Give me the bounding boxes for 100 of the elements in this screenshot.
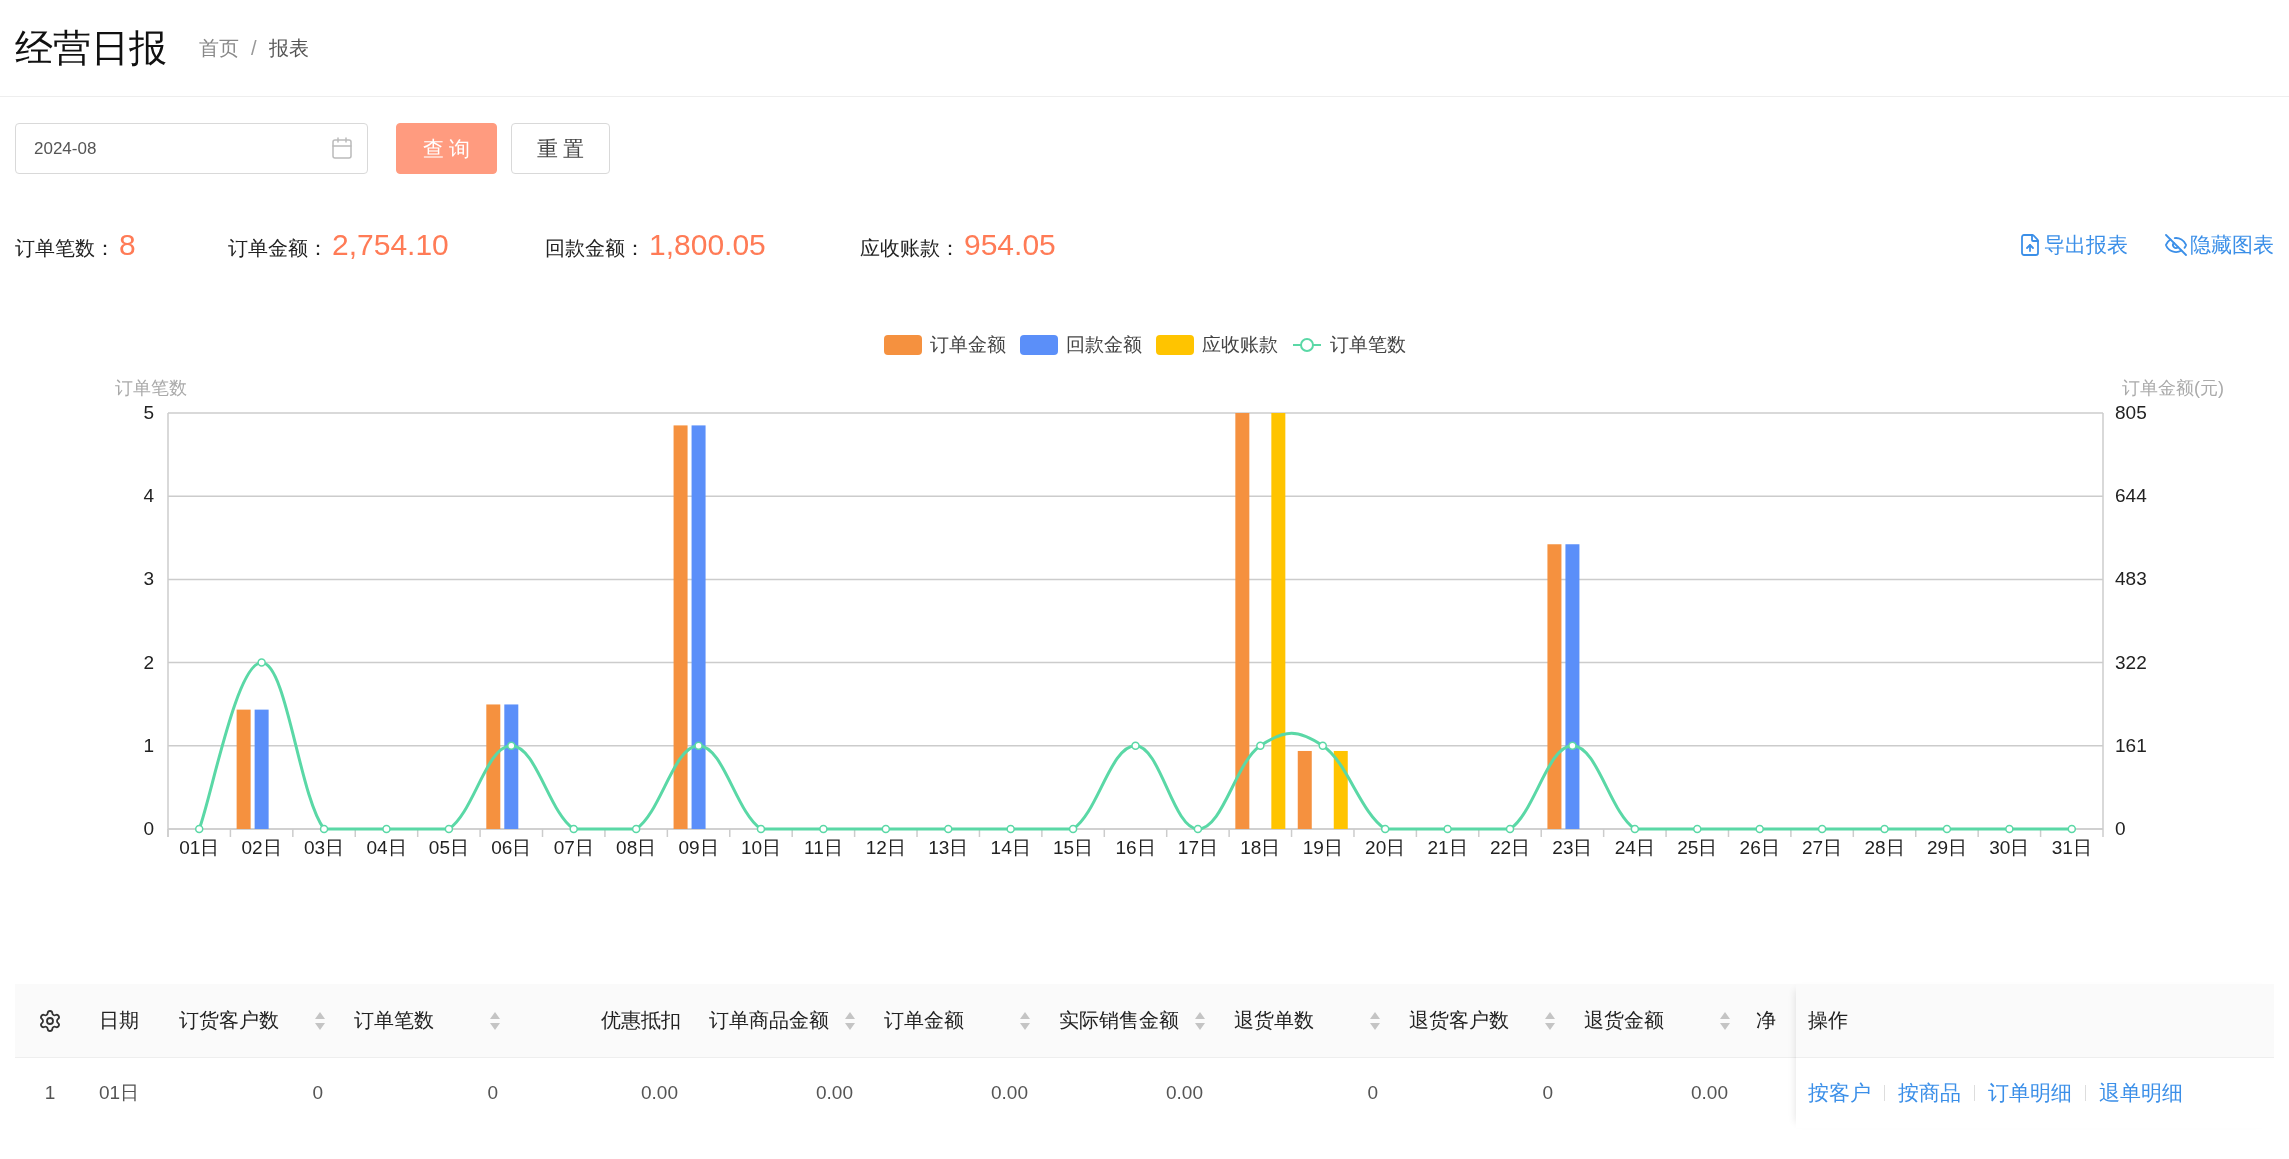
legend-swatch	[883, 335, 922, 355]
sort-icon[interactable]	[1019, 1010, 1031, 1031]
axis-tick-label: 3	[143, 568, 154, 590]
axis-tick-label: 5	[143, 402, 154, 423]
column-header: 操作	[1796, 984, 2274, 1058]
axis-tick-label: 31日	[2051, 837, 2092, 858]
axis-tick-label: 483	[2115, 568, 2147, 590]
axis-tick-label: 17日	[1177, 837, 1218, 858]
axis-tick-label: 18日	[1240, 837, 1281, 858]
axis-tick-label: 09日	[678, 837, 719, 858]
legend-label[interactable]: 订单金额	[929, 332, 1006, 358]
table-cell-text: 0	[1366, 1082, 1379, 1104]
axis-tick-label: 21日	[1427, 837, 1468, 858]
file-upload-icon	[2018, 233, 2042, 257]
column-header[interactable]: 退货金额	[1570, 1007, 1745, 1034]
summary-label: 订单金额：	[228, 236, 328, 261]
table-cell-text: 0.00	[640, 1082, 679, 1104]
sort-icon[interactable]	[1369, 1010, 1381, 1031]
column-header[interactable]: 订单金额	[870, 1007, 1045, 1034]
axis-tick-label: 20日	[1365, 837, 1406, 858]
breadcrumb-separator: /	[251, 36, 257, 60]
axis-tick-label: 13日	[928, 837, 969, 858]
table-cell-text: 0	[486, 1082, 499, 1104]
axis-tick-label: 4	[143, 485, 154, 507]
axis-tick-label: 14日	[990, 837, 1031, 858]
axis-tick-label: 0	[2115, 818, 2126, 839]
sort-icon[interactable]	[314, 1010, 326, 1031]
axis-tick-label: 26日	[1739, 837, 1780, 858]
axis-tick-label: 25日	[1677, 837, 1718, 858]
table-cell-text: 0	[311, 1082, 324, 1104]
table-cell-text: 0.00	[1165, 1082, 1204, 1104]
settings-icon[interactable]	[38, 1008, 62, 1033]
table-cell-text: 0.00	[815, 1082, 854, 1104]
axis-tick-label: 805	[2115, 402, 2147, 423]
axis-tick-label: 10日	[740, 837, 782, 858]
axis-tick-label: 29日	[1926, 837, 1967, 858]
axis-tick-label: 24日	[1614, 837, 1655, 858]
breadcrumb-item[interactable]: 首页	[199, 34, 239, 62]
reset-button[interactable]: 重 置	[511, 123, 610, 174]
legend-label[interactable]: 回款金额	[1065, 332, 1142, 358]
table-cell-text: 0.00	[1690, 1082, 1729, 1104]
axis-tick-label: 15日	[1053, 837, 1094, 858]
axis-tick-label: 19日	[1302, 837, 1343, 858]
axis-tick-label: 2	[143, 651, 154, 673]
axis-title: 订单金额(元)	[2122, 377, 2224, 400]
sort-icon[interactable]	[1194, 1010, 1206, 1031]
axis-tick-label: 01日	[179, 837, 220, 858]
sort-icon[interactable]	[1719, 1010, 1731, 1031]
page-title: 经营日报	[15, 25, 167, 71]
column-header[interactable]: 订单笔数	[340, 1007, 515, 1034]
table-cell-text: 0	[1541, 1082, 1554, 1104]
table-cell-text: 0.00	[990, 1082, 1029, 1104]
month-picker-field[interactable]: 2024-08	[15, 123, 368, 174]
axis-tick-label: 03日	[304, 837, 345, 858]
axis-tick-label: 28日	[1864, 837, 1905, 858]
axis-title: 订单笔数	[115, 377, 187, 400]
sort-icon[interactable]	[489, 1010, 501, 1031]
sort-icon[interactable]	[844, 1010, 856, 1031]
axis-tick-label: 16日	[1115, 837, 1156, 858]
axis-tick-label: 12日	[865, 837, 906, 858]
column-header: 日期	[98, 1008, 140, 1033]
axis-tick-label: 23日	[1552, 837, 1593, 858]
column-header[interactable]: 订单商品金额	[695, 1007, 870, 1034]
axis-tick-label: 08日	[616, 837, 657, 858]
axis-tick-label: 30日	[1989, 837, 2030, 858]
axis-tick-label: 0	[143, 818, 154, 839]
column-header[interactable]: 实际销售金额	[1045, 1007, 1220, 1034]
summary-label: 应收账款：	[860, 236, 960, 261]
summary-value: 1,800.05	[649, 228, 766, 262]
column-header: 优惠抵扣	[600, 1008, 682, 1033]
axis-tick-label: 1	[143, 734, 154, 756]
legend-label[interactable]: 应收账款	[1201, 332, 1278, 358]
eye-off-icon	[2164, 233, 2188, 257]
summary-label: 回款金额：	[545, 236, 645, 261]
axis-tick-label: 11日	[804, 837, 843, 858]
column-header: 净	[1755, 1008, 1777, 1033]
axis-tick-label: 644	[2115, 485, 2147, 507]
row-number: 1	[43, 1082, 57, 1104]
axis-tick-label: 04日	[366, 837, 407, 858]
axis-tick-label: 05日	[428, 837, 469, 858]
legend-label[interactable]: 订单笔数	[1329, 332, 1406, 358]
axis-tick-label: 02日	[241, 837, 282, 858]
axis-tick-label: 161	[2115, 734, 2147, 756]
axis-tick-label: 22日	[1489, 837, 1531, 858]
axis-tick-label: 06日	[491, 837, 532, 858]
axis-tick-label: 27日	[1802, 837, 1843, 858]
column-header[interactable]: 订货客户数	[165, 1007, 340, 1034]
legend-swatch	[1019, 335, 1058, 355]
breadcrumb-item: 报表	[268, 35, 309, 61]
summary-label: 订单笔数：	[15, 236, 115, 261]
column-header[interactable]: 退货单数	[1220, 1007, 1395, 1034]
summary-value: 2,754.10	[332, 228, 449, 262]
calendar-icon	[330, 136, 354, 160]
summary-value: 954.05	[964, 228, 1056, 262]
summary-value: 8	[119, 228, 136, 262]
legend-swatch	[1155, 335, 1194, 355]
axis-tick-label: 07日	[553, 837, 594, 858]
sort-icon[interactable]	[1544, 1010, 1556, 1031]
column-header[interactable]: 退货客户数	[1395, 1007, 1570, 1034]
table-cell-text: 01日	[98, 1081, 141, 1105]
